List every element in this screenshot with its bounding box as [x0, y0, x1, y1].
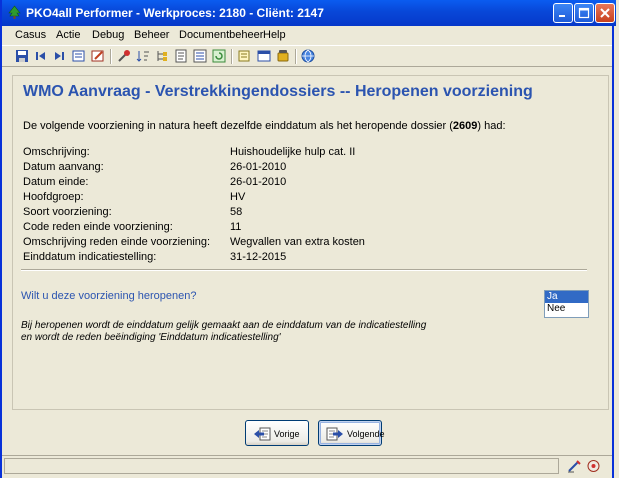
menu-debug[interactable]: Debug	[92, 29, 124, 41]
previous-icon	[254, 427, 271, 441]
toolbar-separator	[110, 49, 112, 64]
tree-view-icon[interactable]	[155, 49, 169, 63]
phone-icon[interactable]	[276, 49, 290, 63]
field-label-omschrijving-reden-einde: Omschrijving reden einde voorziening:	[23, 236, 211, 248]
globe-icon[interactable]	[301, 49, 315, 63]
option-ja[interactable]: Ja	[545, 291, 588, 303]
status-cell	[4, 458, 559, 474]
status-settings-icon[interactable]	[586, 459, 601, 473]
option-nee[interactable]: Nee	[545, 303, 588, 315]
toolbar	[2, 45, 612, 67]
reopen-choice-listbox[interactable]: Ja Nee	[544, 290, 589, 318]
application-window: PKO4all Performer - Werkproces: 2180 - C…	[0, 0, 616, 478]
menu-documentbeheer[interactable]: Documentbeheer	[179, 29, 263, 41]
menu-bar: Casus Actie Debug Beheer Documentbeheer …	[2, 26, 612, 44]
field-row: Hoofdgroep: HV	[23, 191, 523, 205]
previous-button[interactable]: Vorige	[245, 420, 309, 446]
intro-before: De volgende voorziening in natura heeft …	[23, 120, 453, 132]
window-icon[interactable]	[257, 49, 271, 63]
field-value-soort-voorziening: 58	[230, 206, 243, 218]
field-value-hoofdgroep: HV	[230, 191, 246, 203]
minimize-button[interactable]	[553, 3, 573, 23]
field-row: Code reden einde voorziening: 11	[23, 221, 523, 235]
field-row: Einddatum indicatiestelling: 31-12-2015	[23, 251, 523, 265]
close-button[interactable]	[595, 3, 615, 23]
section-divider	[21, 269, 587, 271]
content-panel: WMO Aanvraag - Verstrekkingendossiers --…	[12, 75, 609, 410]
field-value-omschrijving: Huishoudelijke hulp cat. II	[230, 146, 356, 158]
close-icon	[600, 8, 610, 18]
next-icon	[326, 427, 343, 441]
reopen-note: Bij heropenen wordt de einddatum gelijk …	[21, 320, 426, 344]
status-edit-icon[interactable]	[567, 459, 582, 473]
last-record-icon[interactable]	[52, 49, 66, 63]
intro-after: ) had:	[477, 120, 506, 132]
list-icon[interactable]	[193, 49, 207, 63]
refresh-icon[interactable]	[212, 49, 226, 63]
next-label: Volgende	[347, 429, 385, 439]
menu-beheer[interactable]: Beheer	[134, 29, 169, 41]
field-label-hoofdgroep: Hoofdgroep:	[23, 191, 84, 203]
tools-icon[interactable]	[117, 49, 131, 63]
first-record-icon[interactable]	[34, 49, 48, 63]
field-row: Omschrijving reden einde voorziening: We…	[23, 236, 523, 250]
field-value-einddatum-indicatiestelling: 31-12-2015	[230, 251, 287, 263]
menu-casus[interactable]: Casus	[15, 29, 46, 41]
previous-label: Vorige	[274, 429, 300, 439]
tree-icon	[8, 5, 21, 19]
save-icon[interactable]	[15, 49, 29, 63]
field-value-datum-aanvang: 26-01-2010	[230, 161, 287, 173]
toolbar-separator	[295, 49, 297, 64]
field-value-datum-einde: 26-01-2010	[230, 176, 287, 188]
menu-actie[interactable]: Actie	[56, 29, 80, 41]
intro-text: De volgende voorziening in natura heeft …	[23, 120, 506, 132]
document-icon[interactable]	[174, 49, 188, 63]
maximize-icon	[578, 7, 590, 19]
dossier-number: 2609	[452, 120, 478, 132]
title-bar[interactable]: PKO4all Performer - Werkproces: 2180 - C…	[2, 0, 616, 26]
minimize-icon	[559, 15, 565, 17]
page-heading: WMO Aanvraag - Verstrekkingendossiers --…	[23, 83, 533, 100]
window-title: PKO4all Performer - Werkproces: 2180 - C…	[26, 6, 324, 20]
reopen-question: Wilt u deze voorziening heropenen?	[21, 290, 197, 302]
field-row: Datum aanvang: 26-01-2010	[23, 161, 523, 175]
field-label-datum-einde: Datum einde:	[23, 176, 89, 188]
edit-note-icon[interactable]	[91, 49, 105, 63]
status-bar	[2, 455, 612, 476]
note-line-1: Bij heropenen wordt de einddatum gelijk …	[21, 320, 427, 331]
field-row: Omschrijving: Huishoudelijke hulp cat. I…	[23, 146, 523, 160]
field-value-code-reden-einde: 11	[230, 221, 242, 233]
field-label-soort-voorziening: Soort voorziening:	[23, 206, 112, 218]
sort-icon[interactable]	[136, 49, 150, 63]
maximize-button[interactable]	[574, 3, 594, 23]
field-label-code-reden-einde: Code reden einde voorziening:	[23, 221, 173, 233]
field-value-omschrijving-reden-einde: Wegvallen van extra kosten	[230, 236, 365, 248]
edit-form-icon[interactable]	[72, 49, 86, 63]
field-label-datum-aanvang: Datum aanvang:	[23, 161, 104, 173]
note-line-2: en wordt de reden beëindiging 'Einddatum…	[21, 332, 281, 343]
menu-help[interactable]: Help	[263, 29, 286, 41]
field-label-einddatum-indicatiestelling: Einddatum indicatiestelling:	[23, 251, 157, 263]
field-row: Datum einde: 26-01-2010	[23, 176, 523, 190]
field-row: Soort voorziening: 58	[23, 206, 523, 220]
next-button[interactable]: Volgende	[318, 420, 385, 446]
toolbar-separator	[231, 49, 233, 64]
field-label-omschrijving: Omschrijving:	[23, 146, 90, 158]
notes-icon[interactable]	[238, 49, 252, 63]
